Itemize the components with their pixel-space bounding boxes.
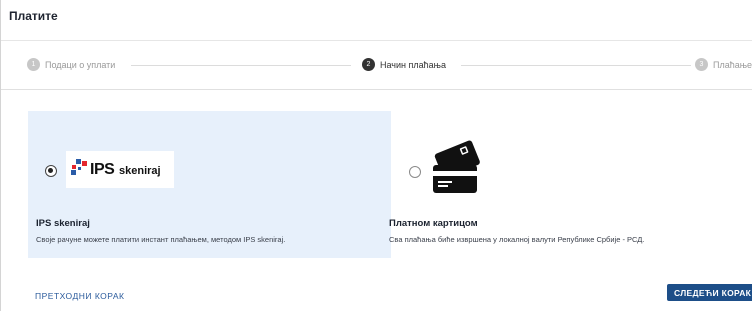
- card-option-description: Сва плаћања биће извршена у локалној вал…: [389, 235, 645, 244]
- step-label: Подаци о уплати: [45, 59, 116, 70]
- ips-mark-icon: [71, 159, 87, 175]
- payment-stepper: 1 Подаци о уплати 2 Начин плаћања 3 Плаћ…: [1, 41, 752, 89]
- stepper-connector: [461, 65, 691, 66]
- step-number: 1: [27, 58, 40, 71]
- ips-option-description: Своје рачуне можете платити инстант плаћ…: [36, 235, 286, 244]
- payment-page: Платите 1 Подаци о уплати 2 Начин плаћањ…: [0, 0, 752, 311]
- ips-logo-skeniraj-text: skeniraj: [119, 165, 161, 177]
- section-divider: [1, 89, 752, 90]
- step-number: 2: [362, 58, 375, 71]
- page-title: Платите: [9, 9, 58, 23]
- step-payment-method[interactable]: 2 Начин плаћања: [362, 58, 446, 71]
- ips-skeniraj-logo: IPS skeniraj: [66, 151, 174, 188]
- step-label: Начин плаћања: [380, 59, 446, 70]
- next-step-button[interactable]: СЛЕДЕЋИ КОРАК: [667, 284, 752, 301]
- step-payment-details[interactable]: 1 Подаци о уплати: [27, 58, 116, 71]
- card-radio[interactable]: [409, 166, 421, 178]
- step-label: Плаћање: [713, 59, 752, 70]
- stepper-connector: [131, 65, 351, 66]
- previous-step-button[interactable]: ПРЕТХОДНИ КОРАК: [35, 291, 125, 301]
- ips-radio[interactable]: [45, 165, 57, 177]
- ips-option-title: IPS skeniraj: [36, 218, 90, 229]
- payment-card-icon: [433, 140, 480, 193]
- payment-option-ips[interactable]: IPS skeniraj IPS skeniraj Своје рачуне м…: [28, 111, 391, 258]
- step-payment[interactable]: 3 Плаћање: [695, 58, 752, 71]
- ips-logo-text: IPS: [90, 161, 115, 178]
- card-option-title: Платном картицом: [389, 218, 478, 229]
- step-number: 3: [695, 58, 708, 71]
- payment-option-card[interactable]: Платном картицом Сва плаћања биће изврше…: [389, 111, 752, 258]
